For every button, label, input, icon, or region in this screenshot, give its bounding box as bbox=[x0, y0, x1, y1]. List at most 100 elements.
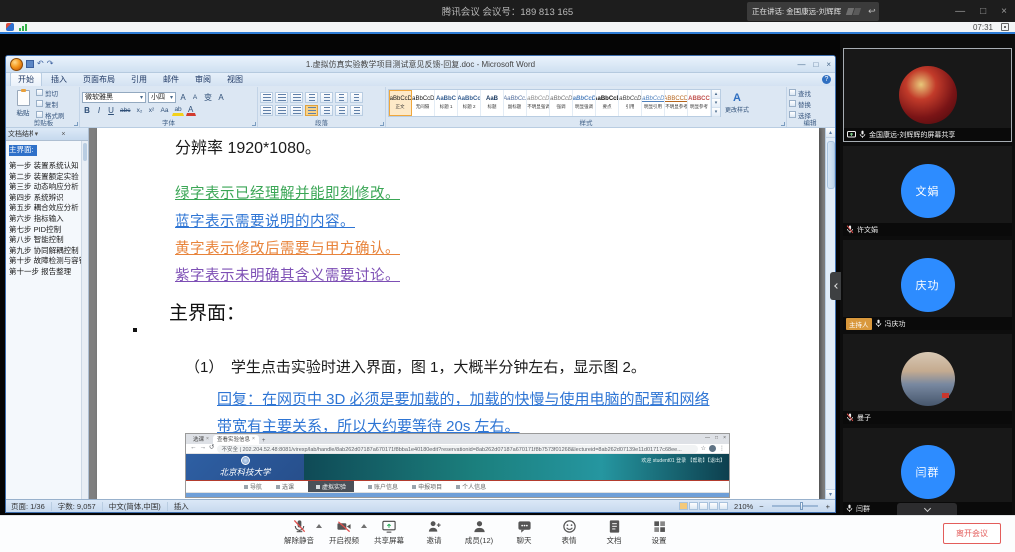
style-subtitle[interactable]: AaBbCc.副标题 bbox=[504, 90, 527, 116]
browser-tab-experiment-info[interactable]: 查看实验信息× bbox=[213, 435, 259, 444]
align-right-button[interactable] bbox=[290, 105, 303, 116]
minimize-button[interactable]: — bbox=[955, 6, 965, 17]
docmap-item-step10[interactable]: 第十步 故障检测与容错控制 bbox=[9, 256, 81, 267]
nav-account-info[interactable]: 账户信息 bbox=[368, 481, 398, 492]
highlight-color-button[interactable]: ab bbox=[172, 105, 183, 116]
change-case-button[interactable]: Aa bbox=[158, 105, 170, 116]
participant-tile-xuwenjuan[interactable]: 文娟 许文娟 bbox=[843, 146, 1012, 236]
style-normal[interactable]: AaBbCcDd正文 bbox=[389, 90, 412, 116]
italic-button[interactable]: I bbox=[94, 105, 104, 116]
shading-button[interactable] bbox=[335, 105, 348, 116]
font-size-select[interactable]: 小四▾ bbox=[148, 92, 176, 103]
chevron-up-icon[interactable] bbox=[316, 524, 322, 528]
line-spacing-button[interactable] bbox=[320, 105, 333, 116]
close-button[interactable]: × bbox=[723, 435, 726, 441]
fullscreen-icon[interactable] bbox=[1001, 23, 1009, 31]
tab-view[interactable]: 视图 bbox=[220, 73, 250, 86]
styles-gallery-scroll[interactable]: ▴▾▾ bbox=[711, 90, 720, 116]
character-border-button[interactable]: A bbox=[216, 92, 226, 103]
word-minimize-button[interactable]: — bbox=[797, 60, 805, 69]
collapse-arrow-icon[interactable]: ↩ bbox=[868, 7, 876, 16]
zoom-level[interactable]: 210% bbox=[734, 502, 753, 511]
docmap-item-step3[interactable]: 第三步 动态响应分析 bbox=[9, 182, 81, 193]
copy-button[interactable]: 复制 bbox=[36, 99, 65, 109]
nav-virtual-experiment[interactable]: 虚拟实验 bbox=[308, 481, 354, 492]
close-icon[interactable]: × bbox=[61, 131, 86, 138]
replace-button[interactable]: 替换 bbox=[789, 99, 811, 109]
docmap-item-step5[interactable]: 第五步 耦合效应分析 bbox=[9, 203, 81, 214]
font-color-button[interactable]: A bbox=[186, 105, 196, 116]
docmap-item-step9[interactable]: 第九步 协同解耦控制 bbox=[9, 246, 81, 257]
participant-tile-host[interactable]: 庆功 主持人 冯庆功 bbox=[843, 240, 1012, 330]
minimize-button[interactable]: — bbox=[705, 435, 710, 441]
style-strong[interactable]: AaBbCcD要点 bbox=[596, 90, 619, 116]
underline-button[interactable]: U bbox=[106, 105, 116, 116]
increase-indent-button[interactable] bbox=[320, 92, 333, 103]
word-close-button[interactable]: × bbox=[826, 60, 831, 69]
close-icon[interactable]: × bbox=[252, 436, 255, 442]
numbering-button[interactable] bbox=[275, 92, 288, 103]
docs-button[interactable]: 文档 bbox=[598, 519, 630, 546]
maximize-button[interactable]: □ bbox=[715, 435, 718, 441]
document-map-scrollbar[interactable] bbox=[81, 141, 88, 499]
borders-button[interactable] bbox=[350, 105, 363, 116]
tab-mailings[interactable]: 邮件 bbox=[156, 73, 186, 86]
tab-page-layout[interactable]: 页面布局 bbox=[76, 73, 122, 86]
back-icon[interactable]: ← bbox=[190, 445, 197, 452]
subscript-button[interactable]: x₂ bbox=[134, 105, 144, 116]
style-quote[interactable]: AaBbCcDd引用 bbox=[619, 90, 642, 116]
share-screen-button[interactable]: 共享屏幕 bbox=[373, 519, 405, 546]
bookmark-star-icon[interactable]: ☆ bbox=[701, 445, 706, 452]
bullets-button[interactable] bbox=[260, 92, 273, 103]
paragraph-dialog-launcher[interactable] bbox=[380, 122, 384, 126]
sort-button[interactable] bbox=[335, 92, 348, 103]
style-intense-emphasis[interactable]: AaBbCcDd明显强调 bbox=[573, 90, 596, 116]
pinyin-guide-button[interactable]: 变 bbox=[202, 92, 214, 103]
docmap-item-step11[interactable]: 第十一步 报告整理 bbox=[9, 267, 81, 278]
settings-button[interactable]: 设置 bbox=[643, 519, 675, 546]
participant-tile-manzi[interactable]: 曼子 bbox=[843, 334, 1012, 424]
tab-review[interactable]: 审阅 bbox=[188, 73, 218, 86]
zoom-slider[interactable] bbox=[772, 505, 818, 507]
leave-meeting-button[interactable]: 离开会议 bbox=[943, 523, 1001, 544]
address-input[interactable]: 不安全 | 202.204.52.48:8081/virexp/lab/hand… bbox=[217, 445, 697, 453]
maximize-button[interactable]: □ bbox=[980, 6, 986, 17]
style-no-spacing[interactable]: AaBbCcDd无间隔 bbox=[412, 90, 435, 116]
show-marks-button[interactable] bbox=[350, 92, 363, 103]
align-center-button[interactable] bbox=[275, 105, 288, 116]
scroll-down-icon[interactable]: ▾ bbox=[826, 489, 836, 499]
tab-home[interactable]: 开始 bbox=[10, 72, 42, 86]
style-heading1[interactable]: AaBbC标题 1 bbox=[435, 90, 458, 116]
clipboard-dialog-launcher[interactable] bbox=[74, 122, 78, 126]
forward-icon[interactable]: → bbox=[200, 445, 207, 452]
unmute-button[interactable]: 解除静音 bbox=[283, 519, 315, 546]
zoom-in-button[interactable]: + bbox=[826, 502, 830, 511]
strikethrough-button[interactable]: abc bbox=[118, 105, 132, 116]
document-page[interactable]: 分辨率 1920*1080。 绿字表示已经理解并能即刻修改。 蓝字表示需要说明的… bbox=[97, 128, 819, 499]
grow-font-button[interactable]: A bbox=[178, 92, 188, 103]
style-subtle-reference[interactable]: AABBCCDD不明显参考 bbox=[665, 90, 688, 116]
change-styles-button[interactable]: A 更改样式 bbox=[721, 88, 753, 119]
cut-button[interactable]: 剪切 bbox=[36, 88, 65, 98]
word-vertical-scrollbar[interactable]: ▴ ▾ bbox=[825, 128, 835, 499]
close-icon[interactable]: × bbox=[206, 436, 209, 442]
styles-dialog-launcher[interactable] bbox=[781, 122, 785, 126]
browser-profile-avatar[interactable] bbox=[709, 445, 716, 452]
find-button[interactable]: 查找 bbox=[789, 88, 811, 98]
multilevel-list-button[interactable] bbox=[290, 92, 303, 103]
sidebar-collapse-handle[interactable] bbox=[830, 272, 841, 300]
paste-button[interactable]: 粘贴 bbox=[10, 88, 36, 119]
style-subtle-emphasis[interactable]: AaBbCcDd不明显强调 bbox=[527, 90, 550, 116]
docmap-item-step8[interactable]: 第八步 智能控制 bbox=[9, 235, 81, 246]
font-dialog-launcher[interactable] bbox=[252, 122, 256, 126]
justify-button[interactable] bbox=[305, 105, 318, 116]
chevron-up-icon[interactable] bbox=[361, 524, 367, 528]
style-heading2[interactable]: AaBbCc标题 2 bbox=[458, 90, 481, 116]
nav-personal-info[interactable]: 个人信息 bbox=[456, 481, 486, 492]
chat-button[interactable]: 聊天 bbox=[508, 519, 540, 546]
align-left-button[interactable] bbox=[260, 105, 273, 116]
docmap-item-step6[interactable]: 第六步 指标输入 bbox=[9, 214, 81, 225]
docmap-item-step1[interactable]: 第一步 装置系统认知 bbox=[9, 161, 81, 172]
nav-home[interactable]: 导航 bbox=[244, 481, 262, 492]
browser-menu-icon[interactable]: ⋮ bbox=[719, 445, 725, 452]
